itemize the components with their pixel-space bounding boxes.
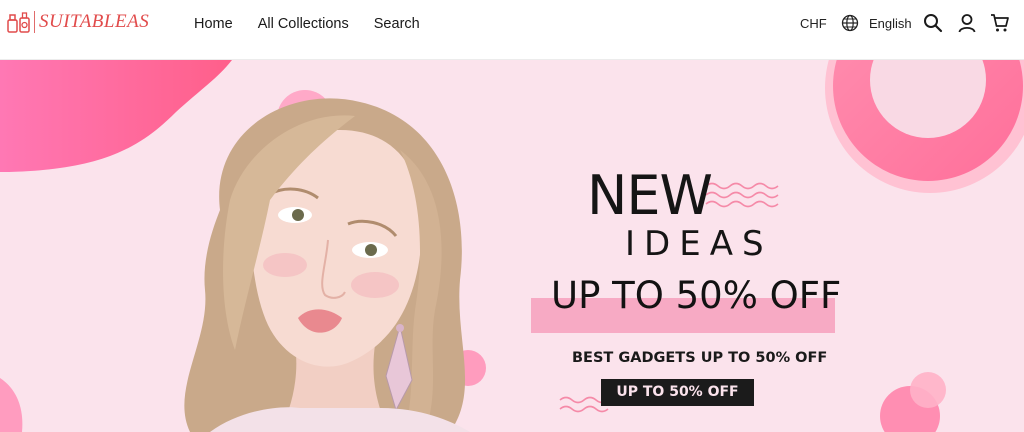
promo-subheading: BEST GADGETS UP TO 50% OFF: [572, 350, 828, 366]
account-icon[interactable]: [957, 13, 977, 33]
model-photo: [184, 98, 470, 432]
promo-headline: UP TO 50% OFF: [551, 274, 842, 317]
shop-now-button[interactable]: UP TO 50% OFF: [601, 379, 754, 406]
headline-ideas: IDEAS: [625, 224, 773, 264]
search-icon[interactable]: [923, 13, 943, 33]
language-selector[interactable]: English: [869, 16, 912, 31]
brand-name: SUITABLEAS: [39, 11, 150, 32]
pink-corner-shape: [0, 378, 23, 432]
cart-icon[interactable]: [990, 13, 1010, 33]
pink-bubble-bottom-small: [910, 372, 946, 408]
hero-banner[interactable]: NEW IDEAS UP TO 50% OFF BEST GADGETS UP …: [0, 60, 1024, 432]
nav-item-search[interactable]: Search: [374, 15, 420, 33]
nav-item-all-collections[interactable]: All Collections: [258, 15, 349, 33]
logo-divider: [34, 11, 35, 33]
cosmetics-logo-icon: [6, 10, 32, 34]
brand-logo[interactable]: SUITABLEAS: [6, 10, 149, 34]
site-header: SUITABLEAS Home All Collections Search C…: [0, 0, 1024, 60]
headline-new: NEW: [587, 164, 713, 227]
currency-selector[interactable]: CHF: [800, 16, 827, 31]
main-nav: Home All Collections Search: [194, 15, 420, 33]
nav-item-home[interactable]: Home: [194, 15, 233, 33]
globe-icon[interactable]: [841, 14, 859, 32]
squiggle-decoration-top: [705, 182, 779, 208]
